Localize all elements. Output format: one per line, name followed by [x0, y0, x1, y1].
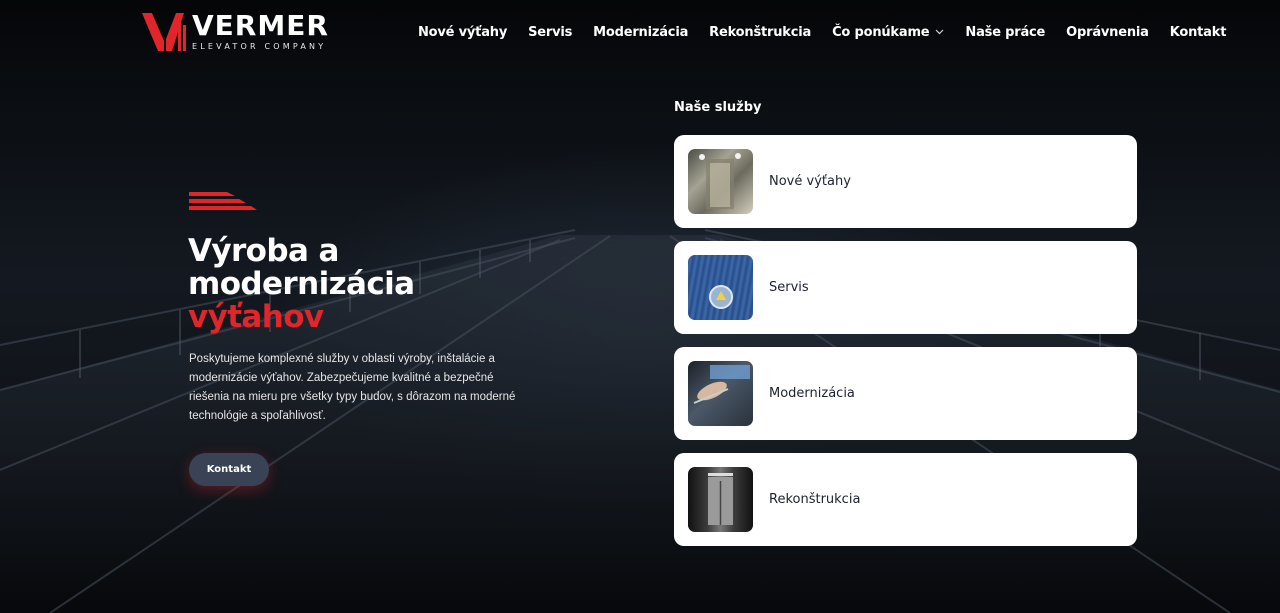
site-header: VERMER ELEVATOR COMPANY Nové výťahy Serv…	[0, 0, 1280, 64]
hero-title-line1: Výroba a	[188, 233, 339, 269]
nav-item-modernizacia[interactable]: Modernizácia	[593, 22, 688, 42]
chevron-down-icon	[935, 29, 944, 35]
modernization-image-icon	[688, 361, 753, 426]
brand-logo[interactable]: VERMER ELEVATOR COMPANY	[142, 11, 342, 53]
new-elevators-image-icon	[688, 149, 753, 214]
hero-title: Výroba a modernizácia výťahov	[188, 235, 488, 334]
nav-item-opravnenia[interactable]: Oprávnenia	[1066, 22, 1149, 42]
main-nav: Nové výťahy Servis Modernizácia Rekonštr…	[418, 22, 1226, 42]
service-card-rekonstrukcia[interactable]: Rekonštrukcia	[674, 453, 1137, 546]
services-title: Naše služby	[674, 100, 762, 115]
contact-button[interactable]: Kontakt	[189, 453, 269, 486]
service-card-servis[interactable]: Servis	[674, 241, 1137, 334]
hero-title-accent: výťahov	[188, 299, 324, 335]
nav-item-co-ponukame[interactable]: Čo ponúkame	[832, 22, 944, 42]
service-card-label: Modernizácia	[769, 386, 855, 401]
brand-tagline: ELEVATOR COMPANY	[192, 42, 327, 51]
nav-item-co-ponukame-label: Čo ponúkame	[832, 24, 930, 40]
nav-item-kontakt[interactable]: Kontakt	[1170, 22, 1227, 42]
nav-item-rekonstrukcia[interactable]: Rekonštrukcia	[709, 22, 811, 42]
nav-item-nase-prace[interactable]: Naše práce	[965, 22, 1045, 42]
nav-item-nove-vytahy[interactable]: Nové výťahy	[418, 22, 507, 42]
service-card-nove-vytahy[interactable]: Nové výťahy	[674, 135, 1137, 228]
service-button-image-icon	[688, 255, 753, 320]
hero-title-line2: modernizácia	[188, 266, 415, 302]
brand-name: VERMER	[192, 9, 329, 42]
service-card-label: Nové výťahy	[769, 174, 851, 189]
reconstruction-image-icon	[688, 467, 753, 532]
service-card-label: Servis	[769, 280, 809, 295]
decorative-stripes-icon	[189, 192, 257, 210]
nav-item-servis[interactable]: Servis	[528, 22, 572, 42]
hero-description: Poskytujeme komplexné služby v oblasti v…	[189, 353, 516, 422]
service-card-modernizacia[interactable]: Modernizácia	[674, 347, 1137, 440]
logo-mark-icon	[142, 13, 186, 51]
service-card-label: Rekonštrukcia	[769, 492, 861, 507]
